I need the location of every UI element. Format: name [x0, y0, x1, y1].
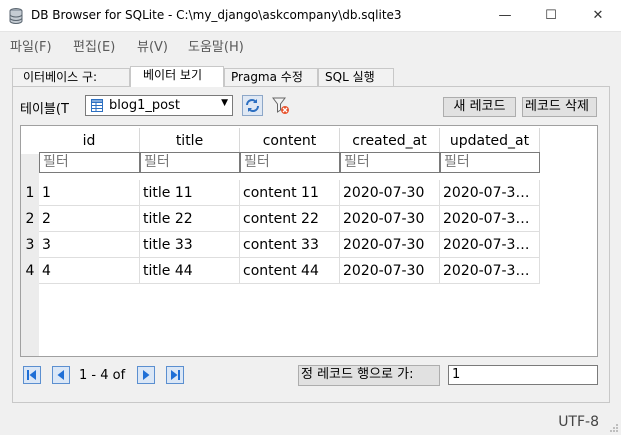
table-cell[interactable]: title 44 — [140, 258, 240, 284]
row-number[interactable]: 4 — [23, 258, 37, 284]
filter-input-title[interactable]: 필터 — [140, 152, 240, 173]
table-cell[interactable]: title 11 — [140, 180, 240, 206]
chevron-down-icon: ▼ — [221, 98, 228, 108]
skip-first-icon — [23, 366, 41, 384]
column-header-content[interactable]: content — [240, 128, 340, 153]
maximize-button[interactable]: ☐ — [528, 0, 574, 31]
table-select-value: blog1_post — [109, 98, 180, 113]
menu-file[interactable]: 파일(F) — [10, 36, 52, 55]
table-cell[interactable]: title 33 — [140, 232, 240, 258]
minimize-icon: — — [498, 8, 512, 23]
tab-execute-sql[interactable]: SQL 실행 — [318, 68, 394, 86]
encoding-status: UTF-8 — [558, 414, 599, 430]
table-cell[interactable]: title 22 — [140, 206, 240, 232]
refresh-icon — [242, 95, 263, 116]
data-grid[interactable]: id title content created_at updated_at 필… — [20, 125, 598, 357]
tab-database-structure[interactable]: 이터베이스 구: — [12, 68, 130, 86]
tab-edit-pragmas[interactable]: Pragma 수정 — [224, 68, 318, 86]
table-cell[interactable]: content 44 — [240, 258, 340, 284]
filter-input-content[interactable]: 필터 — [240, 152, 340, 173]
filter-input-id[interactable]: 필터 — [39, 152, 140, 173]
goto-record-button[interactable]: 정 레코드 행으로 가: — [298, 365, 440, 386]
row-number[interactable]: 1 — [23, 180, 37, 206]
table-icon — [91, 99, 103, 112]
table-cell[interactable]: 3 — [39, 232, 140, 258]
next-page-button[interactable] — [137, 366, 155, 384]
column-header-id[interactable]: id — [39, 128, 140, 153]
clear-filters-button[interactable] — [270, 95, 291, 116]
menu-help[interactable]: 도움말(H) — [188, 36, 244, 55]
filter-input-updated-at[interactable]: 필터 — [440, 152, 540, 173]
table-cell[interactable]: 2020-07-30 — [340, 180, 440, 206]
table-cell[interactable]: 2020-07-3… — [440, 180, 540, 206]
table-select[interactable]: blog1_post ▼ — [85, 95, 233, 116]
table-cell[interactable]: 2020-07-3… — [440, 258, 540, 284]
tab-bar: 이터베이스 구: 베이터 보기 Pragma 수정 SQL 실행 — [12, 66, 612, 87]
previous-page-button[interactable] — [52, 366, 70, 384]
page-info: 1 - 4 of — [79, 368, 126, 383]
menu-view[interactable]: 뷰(V) — [137, 36, 168, 55]
table-cell[interactable]: content 11 — [240, 180, 340, 206]
row-number[interactable]: 3 — [23, 232, 37, 258]
delete-record-button[interactable]: 레코드 삭제 — [522, 97, 597, 117]
title-bar: DB Browser for SQLite - C:\my_django\ask… — [0, 0, 621, 32]
chevron-left-icon — [52, 366, 70, 384]
refresh-button[interactable] — [242, 95, 263, 116]
goto-record-input[interactable]: 1 — [448, 365, 598, 385]
chevron-right-icon — [137, 366, 155, 384]
table-label: 테이블(T — [20, 102, 69, 117]
table-cell[interactable]: 2020-07-30 — [340, 258, 440, 284]
row-number[interactable]: 2 — [23, 206, 37, 232]
tab-browse-data[interactable]: 베이터 보기 — [130, 66, 224, 87]
close-button[interactable]: ✕ — [575, 0, 621, 31]
database-icon — [9, 8, 23, 24]
column-header-created-at[interactable]: created_at — [340, 128, 440, 153]
first-page-button[interactable] — [23, 366, 41, 384]
last-page-button[interactable] — [166, 366, 184, 384]
table-cell[interactable]: 2020-07-30 — [340, 232, 440, 258]
window-title: DB Browser for SQLite - C:\my_django\ask… — [31, 8, 402, 22]
column-header-updated-at[interactable]: updated_at — [440, 128, 540, 153]
table-cell[interactable]: 2020-07-3… — [440, 206, 540, 232]
menu-edit[interactable]: 편집(E) — [73, 36, 115, 55]
menu-bar: 파일(F) 편집(E) 뷰(V) 도움말(H) — [0, 32, 621, 56]
resize-grip-icon[interactable] — [609, 423, 619, 433]
table-cell[interactable]: 1 — [39, 180, 140, 206]
minimize-button[interactable]: — — [482, 0, 528, 31]
filter-input-created-at[interactable]: 필터 — [340, 152, 440, 173]
maximize-icon: ☐ — [545, 8, 557, 23]
skip-last-icon — [166, 366, 184, 384]
table-cell[interactable]: content 22 — [240, 206, 340, 232]
column-header-title[interactable]: title — [140, 128, 240, 153]
clear-filter-icon — [272, 97, 289, 114]
new-record-button[interactable]: 새 레코드 — [443, 97, 516, 117]
table-cell[interactable]: 2020-07-3… — [440, 232, 540, 258]
table-cell[interactable]: 2020-07-30 — [340, 206, 440, 232]
close-icon: ✕ — [592, 8, 604, 23]
table-cell[interactable]: 2 — [39, 206, 140, 232]
table-cell[interactable]: content 33 — [240, 232, 340, 258]
table-cell[interactable]: 4 — [39, 258, 140, 284]
